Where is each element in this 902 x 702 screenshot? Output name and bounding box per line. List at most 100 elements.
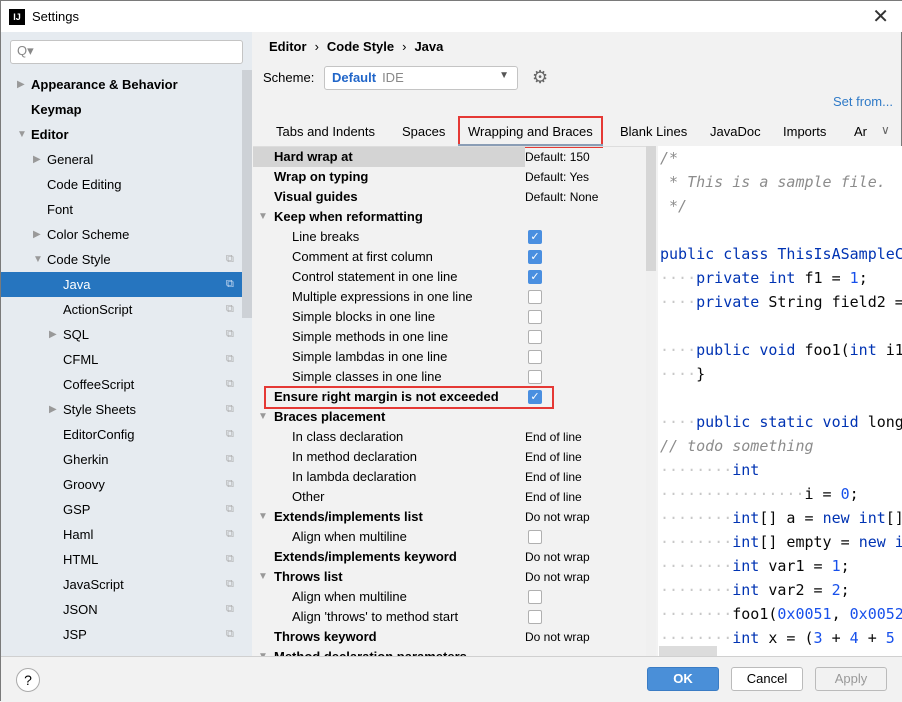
tab-javadoc[interactable]: JavaDoc (710, 119, 761, 147)
option-value[interactable]: Do not wrap (525, 547, 590, 567)
sidebar-item-label: GSP (63, 502, 91, 517)
tab-wrapping-and-braces[interactable]: Wrapping and Braces (458, 116, 603, 148)
expand-toggle-icon[interactable]: ▼ (258, 407, 268, 427)
chevron-right-icon[interactable]: ▶ (49, 322, 57, 347)
expand-toggle-icon[interactable]: ▼ (258, 567, 268, 587)
sidebar-item-java[interactable]: Java ⧉ (1, 272, 242, 297)
tab-imports[interactable]: Imports (783, 119, 826, 147)
option-row: In class declaration End of line (253, 427, 646, 447)
option-label: Simple blocks in one line (292, 309, 436, 324)
option-checkbox[interactable] (528, 590, 542, 604)
breadcrumb-separator: › (402, 39, 407, 54)
sidebar-item-javascript[interactable]: JavaScript ⧉ (1, 572, 242, 597)
sidebar-item-coffeescript[interactable]: CoffeeScript ⧉ (1, 372, 242, 397)
help-button[interactable]: ? (16, 668, 40, 692)
cancel-button[interactable]: Cancel (731, 667, 803, 691)
option-checkbox[interactable]: ✓ (528, 390, 542, 404)
scheme-dropdown[interactable]: Default IDE ▼ (324, 66, 518, 90)
expand-toggle-icon[interactable]: ▼ (258, 647, 268, 656)
option-value[interactable]: Do not wrap (525, 627, 590, 647)
chevron-down-icon[interactable]: ▼ (17, 122, 27, 147)
close-icon[interactable]: ✕ (872, 4, 889, 29)
sidebar-item-groovy[interactable]: Groovy ⧉ (1, 472, 242, 497)
sidebar-item-label: CFML (63, 352, 99, 367)
sidebar-item-general[interactable]: ▶ General (1, 147, 242, 172)
option-checkbox[interactable] (528, 290, 542, 304)
tab-tabs-and-indents[interactable]: Tabs and Indents (276, 119, 375, 147)
option-row: ▼ Throws list Do not wrap (253, 567, 646, 587)
option-checkbox[interactable] (528, 330, 542, 344)
option-checkbox[interactable]: ✓ (528, 270, 542, 284)
sidebar-item-actionscript[interactable]: ActionScript ⧉ (1, 297, 242, 322)
code-horizontal-scrollbar[interactable] (659, 646, 717, 656)
settings-sidebar: Q▾ ▶ Appearance & Behavior Keymap ▼ Editor ▶ G… (1, 32, 252, 656)
option-value[interactable]: End of line (525, 467, 582, 487)
sidebar-item-code-style[interactable]: ▼ Code Style ⧉ (1, 247, 242, 272)
gear-icon[interactable]: ⚙ (532, 67, 548, 88)
sidebar-item-style-sheets[interactable]: ▶ Style Sheets ⧉ (1, 397, 242, 422)
option-value[interactable]: Default: None (525, 187, 598, 207)
option-value[interactable]: Do not wrap (525, 567, 590, 587)
option-value[interactable]: Default: 150 (525, 147, 590, 167)
tab-ar[interactable]: Ar (854, 119, 867, 147)
sidebar-item-sql[interactable]: ▶ SQL ⧉ (1, 322, 242, 347)
chevron-right-icon[interactable]: ▶ (33, 222, 41, 247)
option-checkbox[interactable] (528, 350, 542, 364)
expand-toggle-icon[interactable]: ▼ (258, 207, 268, 227)
option-checkbox[interactable] (528, 530, 542, 544)
sidebar-item-cfml[interactable]: CFML ⧉ (1, 347, 242, 372)
copy-icon: ⧉ (226, 528, 234, 540)
sidebar-item-label: Groovy (63, 477, 105, 492)
tab-bar: Tabs and Indents Spaces Wrapping and Brace… (263, 116, 902, 148)
option-label: Hard wrap at (274, 149, 353, 164)
option-checkbox[interactable]: ✓ (528, 230, 542, 244)
option-row: Control statement in one line ✓ (253, 267, 646, 287)
tab-blank-lines[interactable]: Blank Lines (620, 119, 687, 147)
option-row: Simple classes in one line (253, 367, 646, 387)
expand-toggle-icon[interactable]: ▼ (258, 507, 268, 527)
option-value[interactable]: End of line (525, 427, 582, 447)
copy-icon: ⧉ (226, 303, 234, 315)
option-checkbox[interactable] (528, 310, 542, 324)
sidebar-item-code-editing[interactable]: Code Editing (1, 172, 242, 197)
sidebar-item-json[interactable]: JSON ⧉ (1, 597, 242, 622)
option-checkbox[interactable]: ✓ (528, 250, 542, 264)
apply-button[interactable]: Apply (815, 667, 887, 691)
option-row: Align when multiline (253, 527, 646, 547)
sidebar-item-jsp[interactable]: JSP ⧉ (1, 622, 242, 647)
ok-button[interactable]: OK (647, 667, 719, 691)
sidebar-item-haml[interactable]: Haml ⧉ (1, 522, 242, 547)
sidebar-item-keymap[interactable]: Keymap (1, 97, 242, 122)
scrollbar-thumb[interactable] (646, 146, 656, 271)
set-from-link[interactable]: Set from... (833, 94, 893, 109)
option-row: Hard wrap at Default: 150 (253, 147, 590, 167)
sidebar-item-html[interactable]: HTML ⧉ (1, 547, 242, 572)
chevron-right-icon[interactable]: ▶ (33, 147, 41, 172)
copy-icon: ⧉ (226, 353, 234, 365)
sidebar-item-color-scheme[interactable]: ▶ Color Scheme (1, 222, 242, 247)
chevron-right-icon[interactable]: ▶ (49, 397, 57, 422)
tab-spaces[interactable]: Spaces (402, 119, 445, 147)
sidebar-item-editor[interactable]: ▼ Editor (1, 122, 242, 147)
breadcrumb-separator: › (314, 39, 319, 54)
option-row: Comment at first column ✓ (253, 247, 646, 267)
option-value[interactable]: End of line (525, 447, 582, 467)
option-checkbox[interactable] (528, 370, 542, 384)
options-scrollbar[interactable] (646, 146, 656, 656)
sidebar-item-gsp[interactable]: GSP ⧉ (1, 497, 242, 522)
settings-search-input[interactable]: Q▾ (10, 40, 243, 64)
sidebar-item-font[interactable]: Font (1, 197, 242, 222)
sidebar-item-editorconfig[interactable]: EditorConfig ⧉ (1, 422, 242, 447)
chevron-right-icon[interactable]: ▶ (17, 72, 25, 97)
chevron-down-icon[interactable]: ∨ (881, 123, 890, 137)
sidebar-item-gherkin[interactable]: Gherkin ⧉ (1, 447, 242, 472)
option-value[interactable]: End of line (525, 487, 582, 507)
option-value[interactable]: Do not wrap (525, 507, 590, 527)
option-value[interactable]: Default: Yes (525, 167, 589, 187)
chevron-down-icon[interactable]: ▼ (33, 247, 43, 272)
option-checkbox[interactable] (528, 610, 542, 624)
sidebar-item-appearance-behavior[interactable]: ▶ Appearance & Behavior (1, 72, 242, 97)
copy-icon: ⧉ (226, 603, 234, 615)
sidebar-scrollbar[interactable] (242, 70, 252, 318)
option-row: ▼ Extends/implements list Do not wrap (253, 507, 646, 527)
